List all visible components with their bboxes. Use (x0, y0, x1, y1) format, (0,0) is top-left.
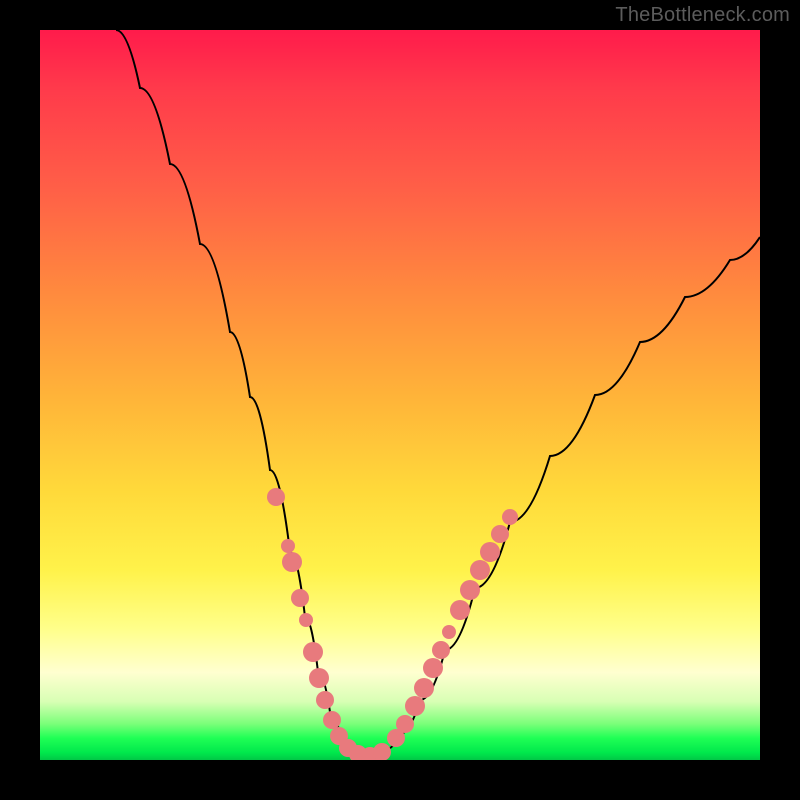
data-point (323, 711, 341, 729)
data-point (450, 600, 470, 620)
scatter-dots (267, 488, 518, 760)
data-point (396, 715, 414, 733)
data-point (299, 613, 313, 627)
data-point (281, 539, 295, 553)
data-point (303, 642, 323, 662)
curve-layer (40, 30, 760, 760)
data-point (405, 696, 425, 716)
data-point (491, 525, 509, 543)
data-point (309, 668, 329, 688)
data-point (502, 509, 518, 525)
chart-stage: TheBottleneck.com (0, 0, 800, 800)
data-point (470, 560, 490, 580)
watermark-text: TheBottleneck.com (615, 4, 790, 27)
data-point (480, 542, 500, 562)
data-point (291, 589, 309, 607)
left-curve (116, 30, 370, 756)
data-point (460, 580, 480, 600)
data-point (373, 743, 391, 760)
data-point (423, 658, 443, 678)
data-point (316, 691, 334, 709)
right-curve (370, 237, 760, 756)
plot-area (40, 30, 760, 760)
data-point (442, 625, 456, 639)
data-point (282, 552, 302, 572)
data-point (414, 678, 434, 698)
data-point (432, 641, 450, 659)
data-point (267, 488, 285, 506)
